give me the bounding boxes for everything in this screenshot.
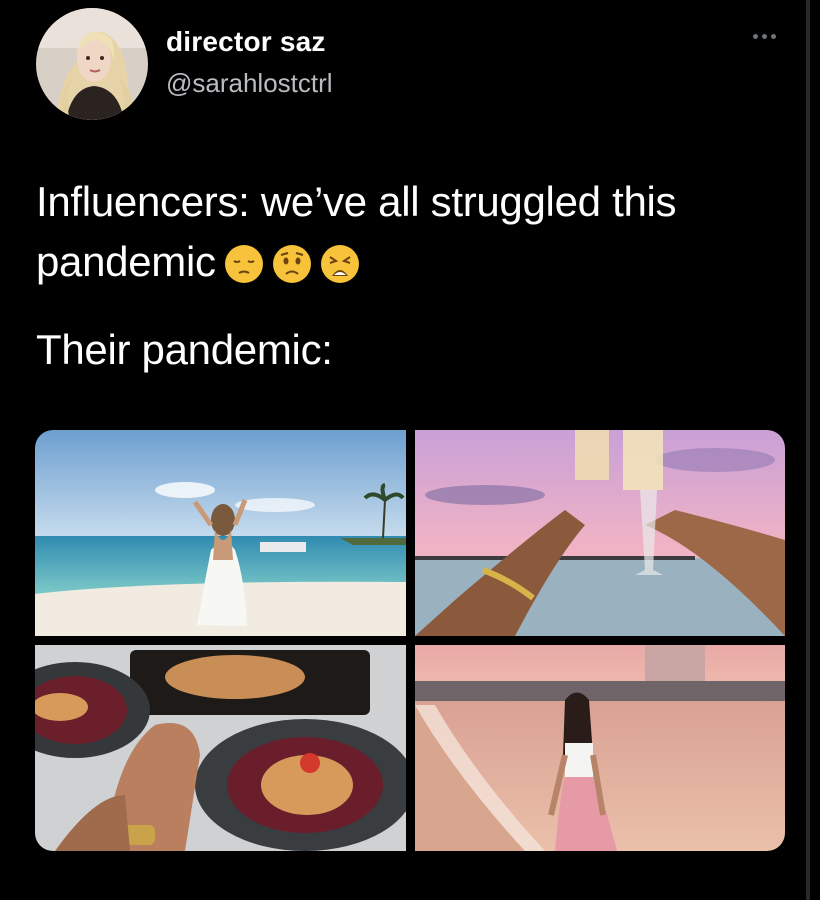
pensive-face-emoji <box>224 240 264 300</box>
more-dots-icon[interactable] <box>746 24 782 48</box>
photo-champagne-toast-sunset[interactable] <box>415 430 785 636</box>
tweet-text: Influencers: we’ve all struggled this pa… <box>36 172 796 380</box>
scrollbar[interactable] <box>806 0 810 900</box>
user-handle[interactable]: @sarahlostctrl <box>166 68 333 99</box>
tired-face-emoji <box>320 240 360 300</box>
tweet-line-1: Influencers: we’ve all struggled this <box>36 178 677 225</box>
worried-face-emoji <box>272 240 312 300</box>
tweet-line-2-wrap: pandemic <box>36 232 796 300</box>
tweet-line-3: Their pandemic: <box>36 326 333 373</box>
photo-woman-pink-skirt-sunset-beach[interactable] <box>415 645 785 851</box>
tweet-line-2: pandemic <box>36 238 216 285</box>
avatar[interactable] <box>36 8 148 120</box>
display-name[interactable]: director saz <box>166 26 326 58</box>
media-grid <box>35 430 785 851</box>
photo-restaurant-dinner-plates[interactable] <box>35 645 406 851</box>
photo-beach-woman-white-dress[interactable] <box>35 430 406 636</box>
